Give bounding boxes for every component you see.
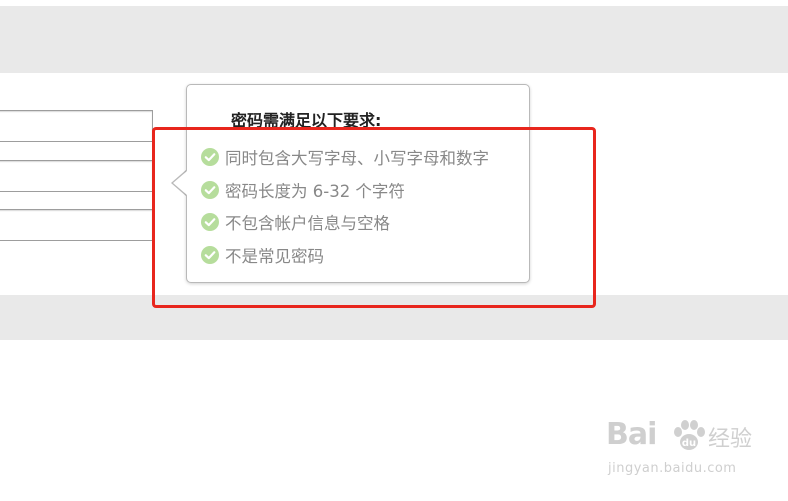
- watermark-logo-text: Bai: [606, 417, 657, 452]
- baidu-jingyan-watermark: Bai du 经验 jingyan.baidu.com: [606, 417, 766, 487]
- watermark-jingyan-text: 经验: [708, 427, 753, 452]
- input-field-1[interactable]: [0, 110, 153, 142]
- password-field[interactable]: [0, 160, 153, 192]
- header-band: [0, 6, 788, 73]
- annotation-highlight-box: [152, 127, 596, 308]
- page: 密码需满足以下要求: 同时包含大写字母、小写字母和数字 密码长度为 6-32 个…: [0, 0, 788, 501]
- watermark-url: jingyan.baidu.com: [608, 461, 737, 476]
- paw-icon: du: [674, 420, 705, 450]
- svg-text:du: du: [682, 438, 696, 449]
- confirm-password-field[interactable]: [0, 209, 153, 241]
